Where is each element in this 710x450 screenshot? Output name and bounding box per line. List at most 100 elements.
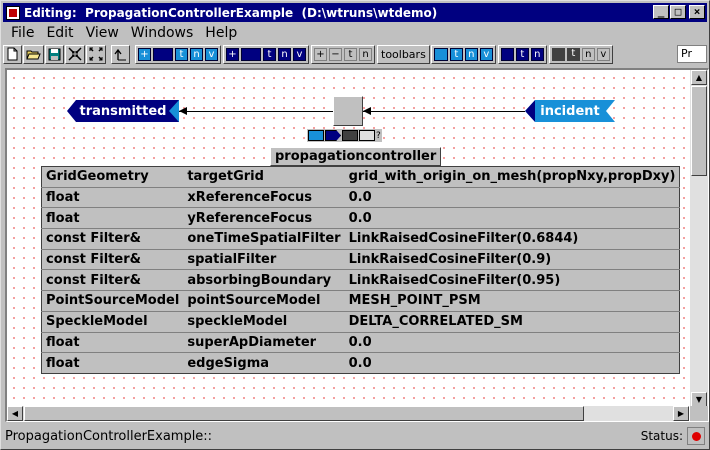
param-value[interactable]: LinkRaisedCosineFilter(0.6844) — [344, 228, 680, 250]
param-name: spatialFilter — [183, 249, 345, 271]
path-field[interactable]: Pr — [677, 45, 707, 63]
port-transmitted[interactable]: transmitted — [67, 100, 179, 122]
floppy-disk-icon — [48, 48, 61, 60]
toggle-t-3[interactable]: t — [449, 47, 463, 61]
table-row[interactable]: GridGeometry targetGrid grid_with_origin… — [41, 166, 680, 188]
param-value[interactable]: grid_with_origin_on_mesh(propNxy,propDxy… — [344, 166, 680, 188]
toggle-n-5[interactable]: n — [581, 47, 595, 61]
wire-left — [179, 111, 333, 112]
table-row[interactable]: float superApDiameter 0.0 — [41, 332, 680, 354]
window-title: Editing: PropagationControllerExample (D… — [24, 5, 438, 20]
param-value[interactable]: 0.0 — [344, 207, 680, 230]
status-label: Status: — [640, 429, 683, 443]
param-name: speckleModel — [183, 311, 345, 333]
toolbars-button[interactable]: toolbars — [377, 44, 430, 64]
menu-help[interactable]: Help — [199, 25, 243, 41]
node-help-icon[interactable]: ? — [376, 131, 381, 141]
minimize-button[interactable]: _ — [653, 5, 669, 19]
node-module[interactable] — [333, 96, 363, 126]
param-value[interactable]: MESH_POINT_PSM — [344, 290, 680, 312]
horizontal-scroll-thumb[interactable] — [24, 406, 584, 421]
add-output-icon[interactable]: + — [226, 47, 239, 61]
node-title[interactable]: propagationcontroller — [270, 147, 442, 166]
param-type: float — [41, 187, 184, 209]
toggle-n-1[interactable]: n — [190, 47, 203, 61]
table-row[interactable]: float yReferenceFocus 0.0 — [41, 207, 680, 230]
node-output-icon[interactable] — [325, 130, 341, 141]
close-button[interactable]: × — [689, 5, 705, 19]
open-button[interactable] — [23, 44, 44, 64]
toggle-n-2[interactable]: n — [278, 47, 291, 61]
expand-arrows-icon — [89, 47, 103, 61]
vertical-scrollbar[interactable]: ▲ ▼ — [690, 70, 708, 407]
arrow-right-icon[interactable] — [500, 47, 514, 61]
toggle-v-1[interactable]: v — [205, 47, 218, 61]
toggle-t-4[interactable]: t — [515, 47, 529, 61]
table-row[interactable]: float edgeSigma 0.0 — [42, 353, 680, 374]
scroll-down-button[interactable]: ▼ — [691, 392, 707, 407]
toggle-n-small[interactable]: n — [359, 47, 372, 61]
menu-windows[interactable]: Windows — [125, 25, 200, 41]
table-row[interactable]: const Filter& absorbingBoundary LinkRais… — [41, 269, 680, 292]
collapse-button[interactable] — [65, 44, 85, 64]
param-value[interactable]: LinkRaisedCosineFilter(0.95) — [344, 269, 680, 292]
table-row[interactable]: const Filter& oneTimeSpatialFilter LinkR… — [41, 228, 680, 250]
table-row[interactable]: const Filter& spatialFilter LinkRaisedCo… — [41, 249, 680, 271]
maximize-button[interactable]: □ — [670, 5, 686, 19]
param-value[interactable]: LinkRaisedCosineFilter(0.9) — [344, 249, 680, 271]
toggle-n-4[interactable]: n — [530, 47, 544, 61]
toolbar-group-small: + − t n — [311, 44, 375, 64]
menu-edit[interactable]: Edit — [40, 25, 79, 41]
toolbar-group-2: + t n v — [223, 44, 309, 64]
scroll-left-button[interactable]: ◀ — [7, 406, 23, 421]
bus-shape-icon[interactable] — [241, 47, 261, 61]
toggle-n-3[interactable]: n — [464, 47, 478, 61]
add-plus-icon[interactable]: + — [314, 47, 327, 61]
wire-right — [363, 111, 525, 112]
status-indicator — [687, 427, 705, 445]
param-value[interactable]: 0.0 — [344, 332, 680, 354]
toolbar: + t n v + t n v + − t n toolbars t n v t… — [3, 43, 707, 65]
table-row[interactable]: SpeckleModel speckleModel DELTA_CORRELAT… — [41, 311, 680, 333]
new-file-button[interactable] — [3, 44, 22, 64]
up-level-button[interactable] — [111, 44, 130, 64]
param-value[interactable]: 0.0 — [345, 353, 680, 374]
port-incident[interactable]: incident — [525, 100, 615, 122]
menu-file[interactable]: File — [3, 25, 40, 41]
expand-button[interactable] — [86, 44, 106, 64]
port-connector-icon — [525, 100, 535, 122]
save-button[interactable] — [45, 44, 64, 64]
app-icon[interactable] — [6, 5, 20, 20]
param-name: yReferenceFocus — [183, 207, 345, 230]
port-arrow-icon[interactable] — [433, 47, 448, 61]
toggle-v-2[interactable]: v — [293, 47, 306, 61]
toggle-t-2[interactable]: t — [263, 47, 276, 61]
toggle-t-small[interactable]: t — [344, 47, 357, 61]
horizontal-scrollbar[interactable]: ◀ ▶ — [7, 406, 689, 421]
scroll-right-button[interactable]: ▶ — [673, 406, 689, 421]
node-box-icon[interactable] — [342, 130, 358, 141]
add-input-icon[interactable]: + — [138, 47, 151, 61]
toggle-v-5[interactable]: v — [596, 47, 610, 61]
toggle-v-3[interactable]: v — [479, 47, 493, 61]
port-connector-icon — [169, 100, 179, 122]
toggle-t-1[interactable]: t — [175, 47, 188, 61]
table-row[interactable]: float xReferenceFocus 0.0 — [41, 187, 680, 209]
vertical-scroll-thumb[interactable] — [691, 86, 707, 176]
node-input-icon[interactable] — [308, 130, 324, 141]
menu-view[interactable]: View — [80, 25, 125, 41]
module-box-icon[interactable] — [551, 47, 565, 61]
port-shape-icon[interactable] — [153, 47, 173, 61]
param-value[interactable]: DELTA_CORRELATED_SM — [344, 311, 680, 333]
scroll-up-button[interactable]: ▲ — [691, 70, 707, 85]
toggle-t-5[interactable]: t — [566, 47, 580, 61]
title-bar: Editing: PropagationControllerExample (D… — [3, 3, 707, 22]
table-row[interactable]: PointSourceModel pointSourceModel MESH_P… — [41, 290, 680, 312]
minus-icon[interactable]: − — [329, 47, 342, 61]
wire-left-arrow-icon — [179, 107, 187, 115]
diagram-canvas[interactable]: transmitted incident ? propagationcontro… — [7, 70, 689, 407]
node-hide-icon[interactable] — [359, 130, 375, 141]
param-type: float — [46, 355, 80, 371]
param-name: targetGrid — [183, 166, 345, 188]
param-value[interactable]: 0.0 — [344, 187, 680, 209]
